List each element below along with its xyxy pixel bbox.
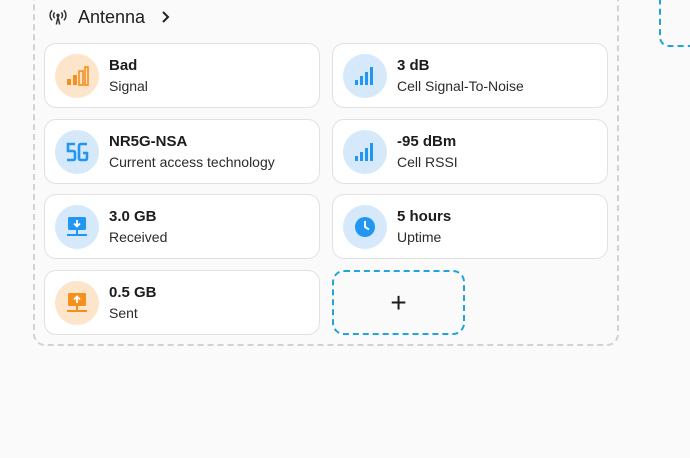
sent-card[interactable]: 0.5 GB Sent: [44, 270, 320, 335]
signal-bars-icon: [355, 66, 373, 85]
card-value: 3.0 GB: [109, 207, 157, 225]
card-label: Signal: [109, 77, 148, 94]
card-label: Uptime: [397, 228, 442, 245]
add-card-button[interactable]: +: [332, 270, 465, 335]
card-label: Received: [109, 228, 168, 245]
adjacent-add-card[interactable]: [659, 0, 690, 47]
clock-icon: [355, 216, 375, 237]
card-value: NR5G-NSA: [109, 132, 188, 150]
card-label: Cell Signal-To-Noise: [397, 77, 524, 94]
card-value: 5 hours: [397, 207, 452, 225]
card-label: Cell RSSI: [397, 153, 458, 170]
5g-icon: [66, 142, 89, 161]
received-icon-bg: [55, 204, 99, 249]
received-card[interactable]: 3.0 GB Received: [44, 194, 320, 259]
card-value: 3 dB: [397, 56, 430, 74]
card-label: Current access technology: [109, 153, 275, 170]
antenna-icon: [49, 9, 67, 25]
download-network-icon: [67, 216, 87, 236]
section-title: Antenna: [78, 6, 146, 27]
snr-icon-bg: [343, 53, 387, 98]
access-technology-card[interactable]: NR5G-NSA Current access technology: [44, 119, 320, 184]
signal-bars-icon: [355, 142, 373, 161]
rssi-icon-bg: [343, 129, 387, 174]
plus-icon: +: [390, 286, 407, 318]
uptime-card[interactable]: 5 hours Uptime: [332, 194, 608, 259]
section-header[interactable]: Antenna: [48, 4, 173, 30]
5g-icon-bg: [55, 129, 99, 174]
rssi-card[interactable]: -95 dBm Cell RSSI: [332, 119, 608, 184]
signal-icon-bg: [55, 53, 99, 98]
chevron-right-icon: [162, 11, 170, 23]
card-value: 0.5 GB: [109, 283, 157, 301]
dashboard-page: Antenna Bad Signal 3 dB Cell Signal-To-N…: [0, 0, 690, 458]
card-value: -95 dBm: [397, 132, 457, 150]
uptime-icon-bg: [343, 204, 387, 249]
upload-network-icon: [67, 292, 87, 312]
card-value: Bad: [109, 56, 138, 74]
signal-card[interactable]: Bad Signal: [44, 43, 320, 108]
signal-bars-low-icon: [67, 65, 89, 86]
card-label: Sent: [109, 304, 138, 321]
sent-icon-bg: [55, 280, 99, 325]
snr-card[interactable]: 3 dB Cell Signal-To-Noise: [332, 43, 608, 108]
